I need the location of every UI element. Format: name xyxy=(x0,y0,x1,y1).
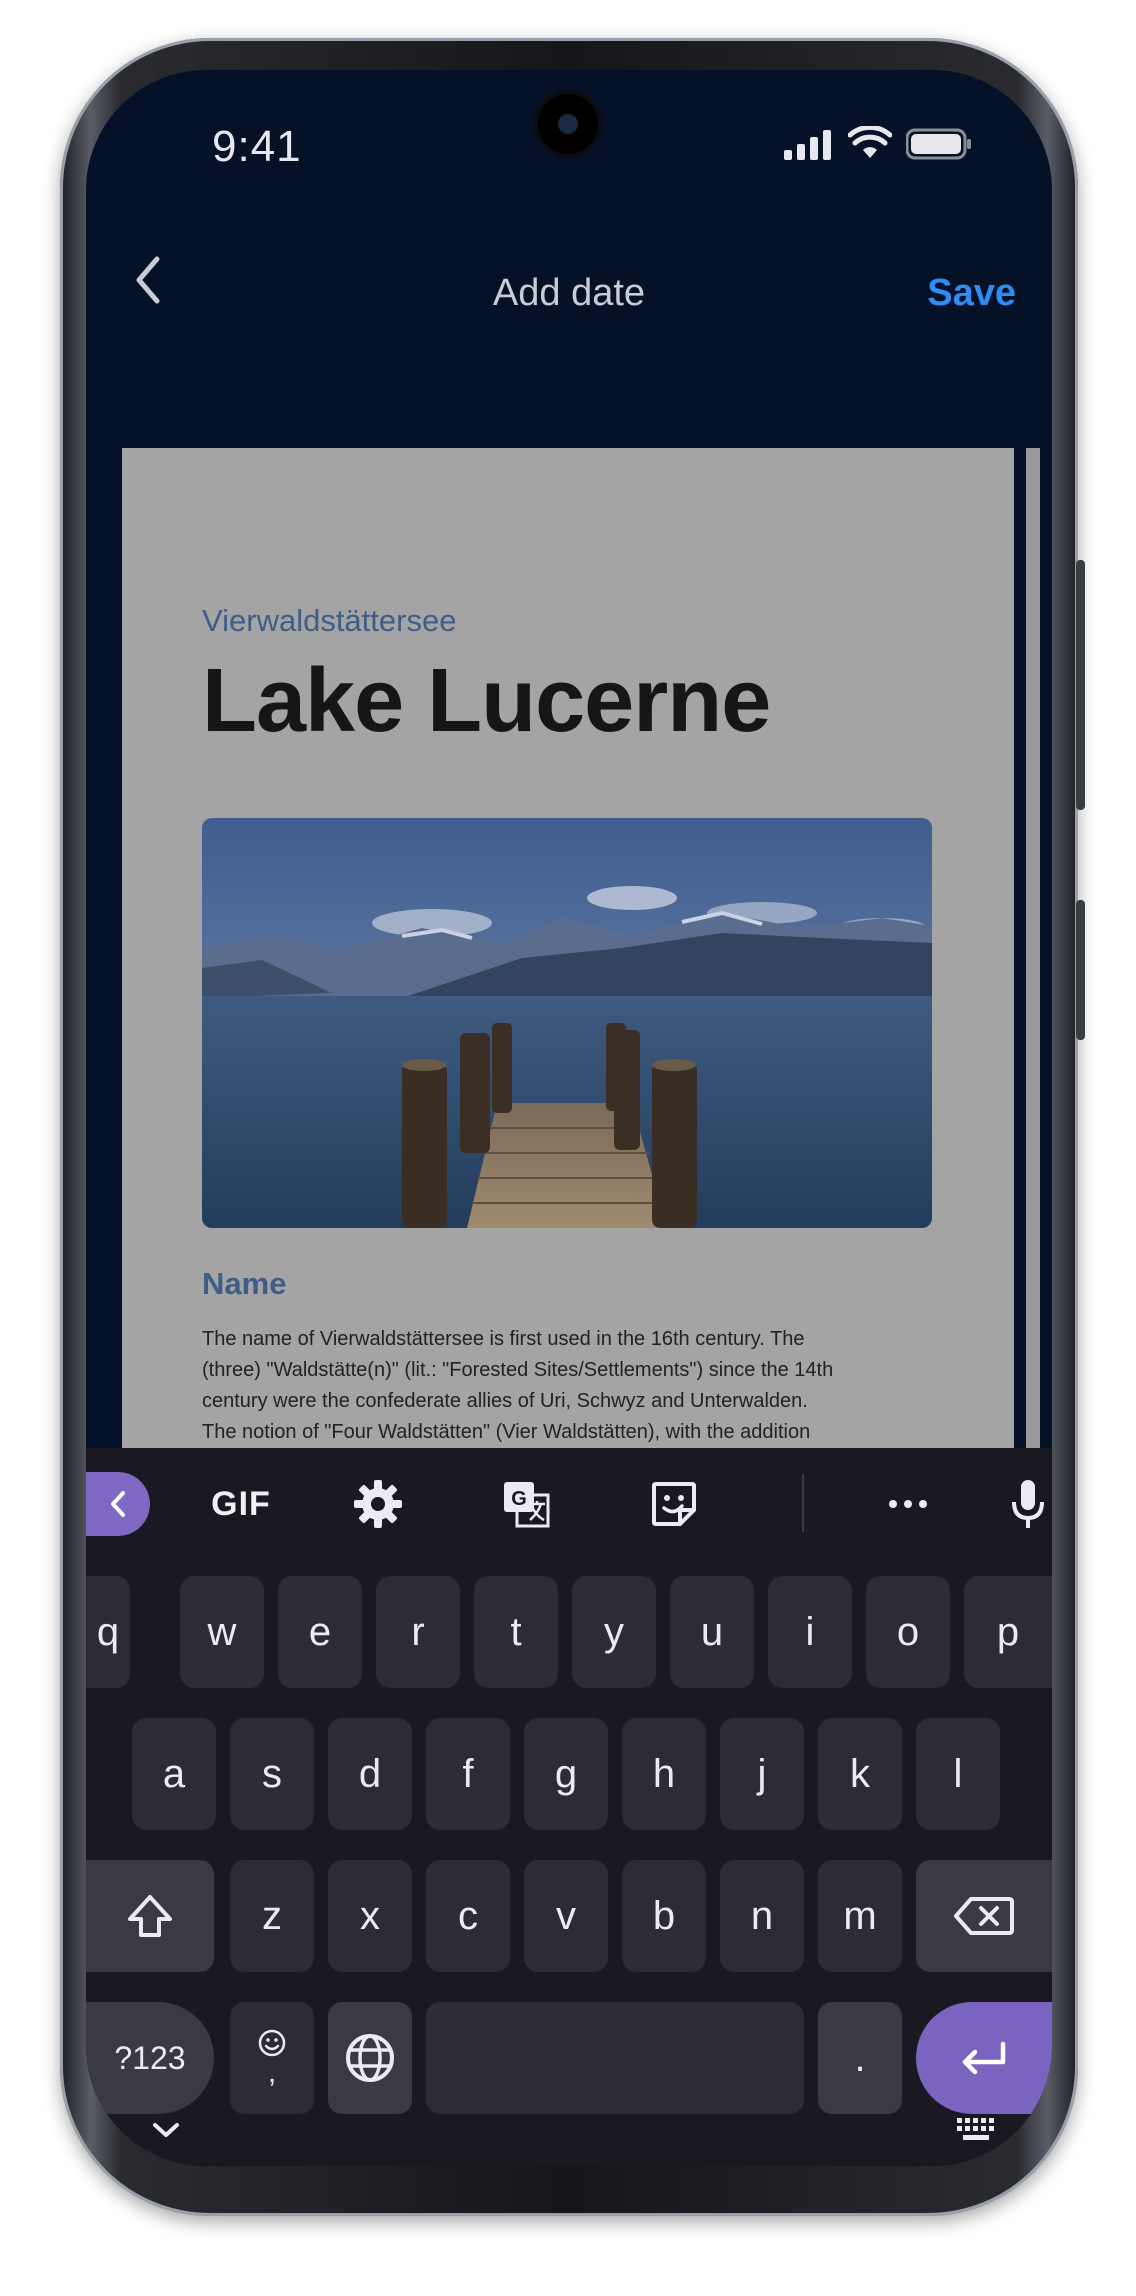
key-z[interactable]: z xyxy=(230,1860,314,1972)
lake-photo xyxy=(202,818,932,1228)
enter-icon xyxy=(962,2041,1006,2075)
gif-label: GIF xyxy=(211,1484,271,1523)
body-line: (three) "Waldstätte(n)" (lit.: "Forested… xyxy=(202,1359,834,1381)
key-w[interactable]: w xyxy=(180,1576,264,1688)
microphone-icon xyxy=(1012,1480,1044,1528)
key-v[interactable]: v xyxy=(524,1860,608,1972)
status-bar: 9:41 xyxy=(86,70,1052,220)
status-time: 9:41 xyxy=(212,122,302,171)
comma-label: , xyxy=(267,2056,277,2089)
document-kicker: Vierwaldstättersee xyxy=(202,603,457,638)
shift-icon xyxy=(128,1895,172,1937)
key-d[interactable]: d xyxy=(328,1718,412,1830)
voice-input-button[interactable] xyxy=(1004,1468,1052,1540)
key-j[interactable]: j xyxy=(720,1718,804,1830)
hide-keyboard-button[interactable] xyxy=(136,2108,196,2152)
key-l[interactable]: l xyxy=(916,1718,1000,1830)
key-q[interactable]: q xyxy=(86,1576,130,1688)
keyboard-toolbar: GIF G xyxy=(86,1448,1052,1560)
translate-button[interactable]: G xyxy=(490,1468,562,1540)
key-c[interactable]: c xyxy=(426,1860,510,1972)
key-x[interactable]: x xyxy=(328,1860,412,1972)
body-line: The notion of "Four Waldstätten" (Vier W… xyxy=(202,1421,811,1443)
settings-button[interactable] xyxy=(342,1468,414,1540)
key-y[interactable]: y xyxy=(572,1576,656,1688)
key-n[interactable]: n xyxy=(720,1860,804,1972)
key-g[interactable]: g xyxy=(524,1718,608,1830)
more-options-button[interactable] xyxy=(872,1468,944,1540)
translate-icon: G xyxy=(504,1482,550,1528)
status-icons xyxy=(784,126,972,160)
front-camera xyxy=(538,94,598,154)
scrollbar[interactable] xyxy=(1026,448,1040,1448)
key-a[interactable]: a xyxy=(132,1718,216,1830)
shift-key[interactable] xyxy=(86,1860,214,1972)
backspace-icon xyxy=(954,1897,1014,1935)
key-e[interactable]: e xyxy=(278,1576,362,1688)
svg-text:G: G xyxy=(511,1488,527,1510)
keyboard-switcher-button[interactable] xyxy=(946,2108,1006,2152)
body-line: century were the confederate allies of U… xyxy=(202,1390,808,1412)
cellular-signal-icon xyxy=(784,130,831,160)
body-line: The name of Vierwaldstättersee is first … xyxy=(202,1328,805,1350)
backspace-key[interactable] xyxy=(916,1860,1052,1972)
key-t[interactable]: t xyxy=(474,1576,558,1688)
sticker-icon xyxy=(652,1482,696,1526)
gear-icon xyxy=(354,1480,402,1528)
side-button-power xyxy=(1076,900,1085,1040)
chevron-left-icon xyxy=(111,1491,125,1517)
chevron-down-icon xyxy=(153,2123,179,2137)
key-i[interactable]: i xyxy=(768,1576,852,1688)
document-preview[interactable]: Vierwaldstättersee Lake Lucerne Name The… xyxy=(122,448,1014,1448)
toolbar-divider xyxy=(802,1474,804,1532)
document-body: The name of Vierwaldstättersee is first … xyxy=(202,1324,932,1448)
keyboard: GIF G q w e r t y u i o p a s d f g h j … xyxy=(86,1448,1052,2166)
side-button-volume xyxy=(1076,560,1085,810)
smiley-icon xyxy=(258,2029,286,2057)
key-b[interactable]: b xyxy=(622,1860,706,1972)
key-s[interactable]: s xyxy=(230,1718,314,1830)
sticker-button[interactable] xyxy=(638,1468,710,1540)
battery-icon xyxy=(906,128,971,160)
key-f[interactable]: f xyxy=(426,1718,510,1830)
navigation-bar: Add date Save xyxy=(86,220,1052,340)
keyboard-icon xyxy=(957,2118,994,2140)
key-u[interactable]: u xyxy=(670,1576,754,1688)
key-r[interactable]: r xyxy=(376,1576,460,1688)
screen: 9:41 Add date Save Vierwaldstättersee La… xyxy=(86,70,1052,2166)
collapse-toolbar-button[interactable] xyxy=(86,1472,150,1536)
page-title: Add date xyxy=(492,272,646,314)
key-h[interactable]: h xyxy=(622,1718,706,1830)
globe-icon xyxy=(346,2034,394,2082)
document-title: Lake Lucerne xyxy=(202,651,771,751)
save-button[interactable]: Save xyxy=(927,272,1016,315)
key-k[interactable]: k xyxy=(818,1718,902,1830)
key-o[interactable]: o xyxy=(866,1576,950,1688)
key-p[interactable]: p xyxy=(964,1576,1052,1688)
section-heading: Name xyxy=(202,1266,287,1301)
key-m[interactable]: m xyxy=(818,1860,902,1972)
wifi-icon xyxy=(848,126,892,158)
more-horizontal-icon xyxy=(889,1500,927,1508)
keyboard-bottom-bar xyxy=(86,2094,1052,2166)
gif-button[interactable]: GIF xyxy=(196,1468,286,1540)
